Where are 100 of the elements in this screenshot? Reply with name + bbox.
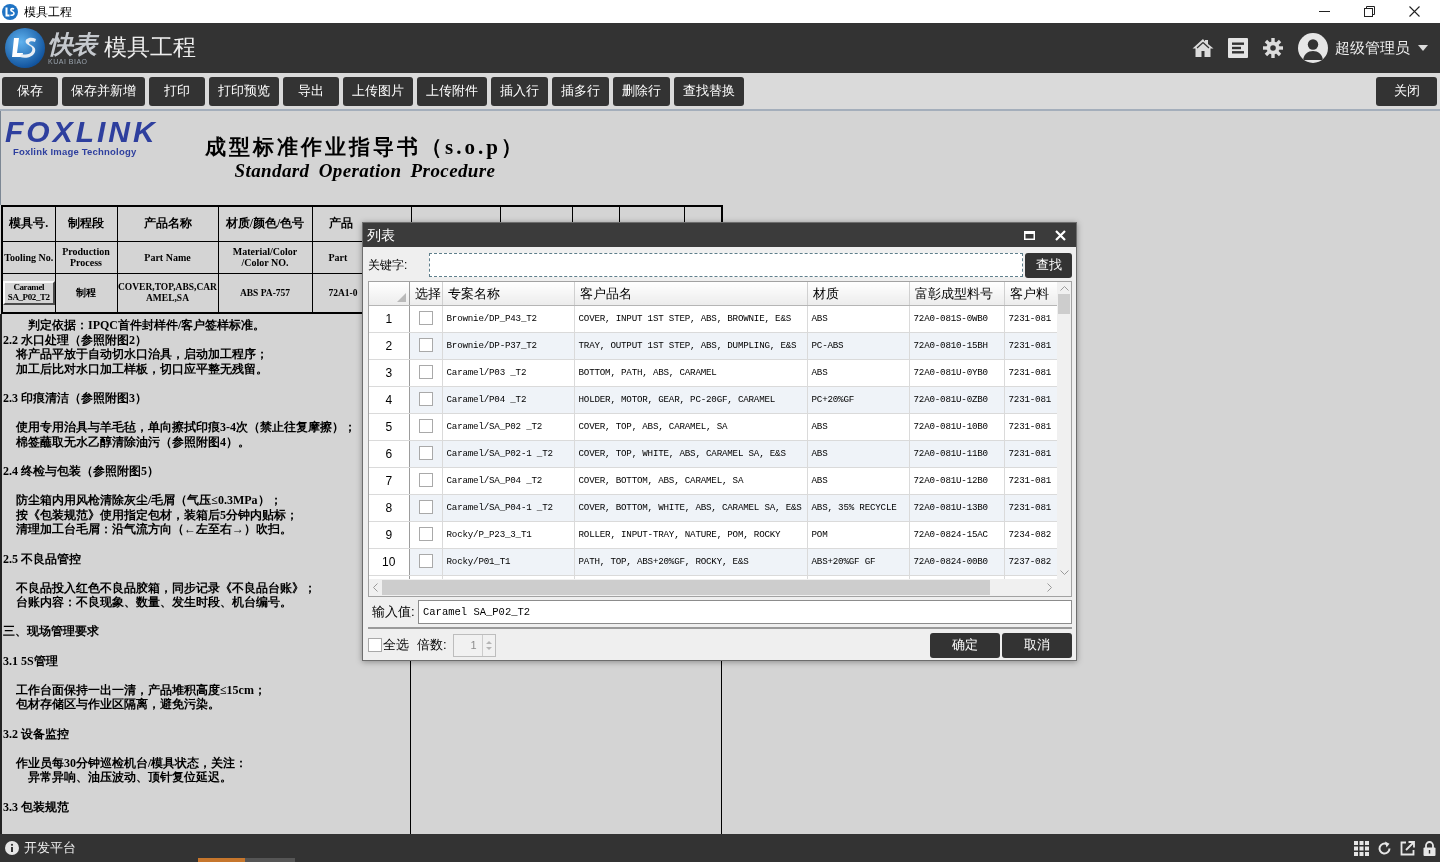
table-cell: 72A0-0824-15AC — [909, 521, 1004, 548]
maximize-icon[interactable] — [1024, 230, 1035, 240]
instruction-text: 包材存储区与作业区隔离，避免污染。 — [16, 697, 220, 713]
checkbox-label[interactable]: 全选 — [383, 635, 409, 655]
vertical-scrollbar[interactable] — [1057, 282, 1071, 579]
toolbar-button[interactable]: 上传附件 — [417, 76, 487, 106]
section-heading: 三、现场管理要求 — [3, 624, 99, 640]
table-cell: PC+20%GF — [807, 386, 909, 413]
scroll-down-icon[interactable] — [1059, 570, 1069, 576]
horizontal-scrollbar[interactable] — [369, 579, 1071, 596]
row-checkbox[interactable] — [418, 473, 433, 488]
search-button[interactable]: 查找 — [1025, 252, 1072, 278]
table-cell: Brownie/DP-P37_T2 — [442, 332, 574, 359]
table-cell: COVER, TOP, ABS, CARAMEL, SA — [574, 413, 807, 440]
row-checkbox[interactable] — [418, 311, 433, 326]
row-checkbox[interactable] — [418, 419, 433, 434]
table-cell[interactable]: Part — [328, 251, 348, 263]
settings-icon[interactable] — [1263, 38, 1283, 58]
table-cell: Caramel/SA_P04-1 _T2 — [442, 494, 574, 521]
table-cell: ABS+20%GF GF — [807, 548, 909, 575]
row-number: 4 — [369, 386, 409, 413]
table-cell[interactable]: 72A1-0 — [328, 287, 358, 298]
instruction-text: 防尘箱内用风枪清除灰尘/毛屑（气压≤0.3MPa）； — [16, 493, 282, 508]
table-cell[interactable]: Part Name — [144, 251, 191, 263]
toolbar-button[interactable]: 打印预览 — [209, 76, 279, 106]
row-checkbox[interactable] — [418, 446, 433, 461]
toolbar-button[interactable]: 保存并新增 — [62, 76, 145, 106]
table-cell: ROLLER, INPUT-TRAY, NATURE, POM, ROCKY — [574, 521, 807, 548]
avatar-icon[interactable] — [1298, 33, 1328, 63]
column-header[interactable]: 专案名称 — [442, 282, 574, 305]
instruction-text: 不良品投入红色不良品胶箱，同步记录《不良品台账》； — [16, 580, 316, 595]
document-title: 成型标准作业指导书（s.o.p） — [205, 135, 525, 161]
table-cell: Rocky/P_P23_3_T1 — [442, 521, 574, 548]
row-checkbox[interactable] — [418, 392, 433, 407]
row-number: 2 — [369, 332, 409, 359]
table-cell[interactable]: 产品名称 — [143, 217, 192, 231]
scrollbar-thumb[interactable] — [1058, 294, 1070, 314]
table-cell: ABS — [807, 305, 909, 332]
table-cell[interactable]: 产品 — [328, 217, 353, 231]
row-number: 8 — [369, 494, 409, 521]
confirm-button[interactable]: 确定 — [930, 632, 1000, 658]
scrollbar-thumb[interactable] — [382, 580, 990, 595]
scroll-right-icon[interactable] — [1047, 583, 1053, 592]
instruction-text: 清理加工台毛屑：沿气流方向（←左至右→）吹扫。 — [16, 522, 292, 537]
value-field[interactable]: Caramel SA_P02_T2 — [418, 600, 1072, 624]
column-header[interactable]: 富彰成型料号 — [909, 282, 1004, 305]
row-checkbox[interactable] — [418, 554, 433, 569]
toolbar-button[interactable]: 保存 — [2, 76, 58, 106]
lock-icon[interactable] — [1423, 840, 1436, 856]
table-cell: COVER, BOTTOM, WHITE, ABS, CARAMEL SA, E&S — [574, 494, 807, 521]
row-number: 1 — [369, 305, 409, 332]
table-cell: 72A0-081U-13B0 — [909, 494, 1004, 521]
close-icon[interactable] — [1409, 6, 1420, 17]
toolbar-button[interactable]: 插入行 — [491, 76, 548, 106]
toolbar-button[interactable]: 删除行 — [613, 76, 670, 106]
scroll-left-icon[interactable] — [372, 583, 378, 592]
row-checkbox[interactable] — [418, 338, 433, 353]
toolbar-button[interactable]: 上传图片 — [343, 76, 413, 106]
table-cell: Caramel/SA_P04 _T2 — [442, 467, 574, 494]
select-all-checkbox[interactable] — [368, 638, 382, 652]
table-cell: 72A0-081U-0YB0 — [909, 359, 1004, 386]
row-checkbox[interactable] — [418, 500, 433, 515]
column-header[interactable]: 客户品名 — [574, 282, 807, 305]
row-number: 7 — [369, 467, 409, 494]
toolbar-button[interactable]: 插多行 — [552, 76, 609, 106]
column-header[interactable]: 客户料 — [1004, 282, 1057, 305]
table-cell: Caramel/P03 _T2 — [442, 359, 574, 386]
instruction-text: 将产品平放于自动切水口治具，启动加工程序； — [16, 347, 268, 362]
grid-icon[interactable] — [1354, 840, 1369, 856]
table-cell[interactable]: Caramel SA_P02_T2 — [3, 280, 55, 305]
window-title: 模具工程 — [24, 3, 72, 21]
field-label: 关键字: — [368, 257, 409, 274]
table-cell: 72A0-081U-12B0 — [909, 467, 1004, 494]
scroll-up-icon[interactable] — [1059, 285, 1069, 291]
section-heading: 2.3 印痕清洁（参照附图3） — [3, 390, 147, 406]
external-link-icon[interactable] — [1400, 840, 1415, 856]
list-icon[interactable] — [1228, 38, 1248, 58]
toolbar-button[interactable]: 导出 — [283, 76, 339, 106]
column-header[interactable]: 材质 — [807, 282, 909, 305]
restore-icon[interactable] — [1364, 6, 1375, 17]
close-button[interactable]: 关闭 — [1376, 76, 1437, 106]
table-cell[interactable]: ABS PA-757 — [239, 287, 291, 298]
home-icon[interactable] — [1192, 38, 1214, 58]
caret-icon[interactable] — [1418, 45, 1428, 51]
dialog-title: 列表 — [367, 225, 395, 245]
column-header[interactable]: 选择 — [409, 282, 442, 305]
keyword-field[interactable] — [429, 253, 1023, 277]
section-heading: 3.1 5S管理 — [3, 653, 58, 669]
section-heading: 3.3 包装规范 — [3, 799, 69, 815]
refresh-icon[interactable] — [1377, 840, 1392, 856]
toolbar-button[interactable]: 查找替换 — [674, 76, 744, 106]
instruction-text: 台账内容：不良现象、数量、发生时段、机台编号。 — [16, 595, 292, 610]
cancel-button[interactable]: 取消 — [1002, 632, 1072, 658]
row-checkbox[interactable] — [418, 527, 433, 542]
table-cell[interactable]: 制程 — [76, 287, 96, 298]
toolbar-button[interactable]: 打印 — [149, 76, 205, 106]
row-checkbox[interactable] — [418, 365, 433, 380]
corner-triangle-icon[interactable] — [396, 292, 406, 302]
user-name[interactable]: 超级管理员 — [1335, 36, 1410, 60]
table-cell: 72A0-081S-0WB0 — [909, 305, 1004, 332]
